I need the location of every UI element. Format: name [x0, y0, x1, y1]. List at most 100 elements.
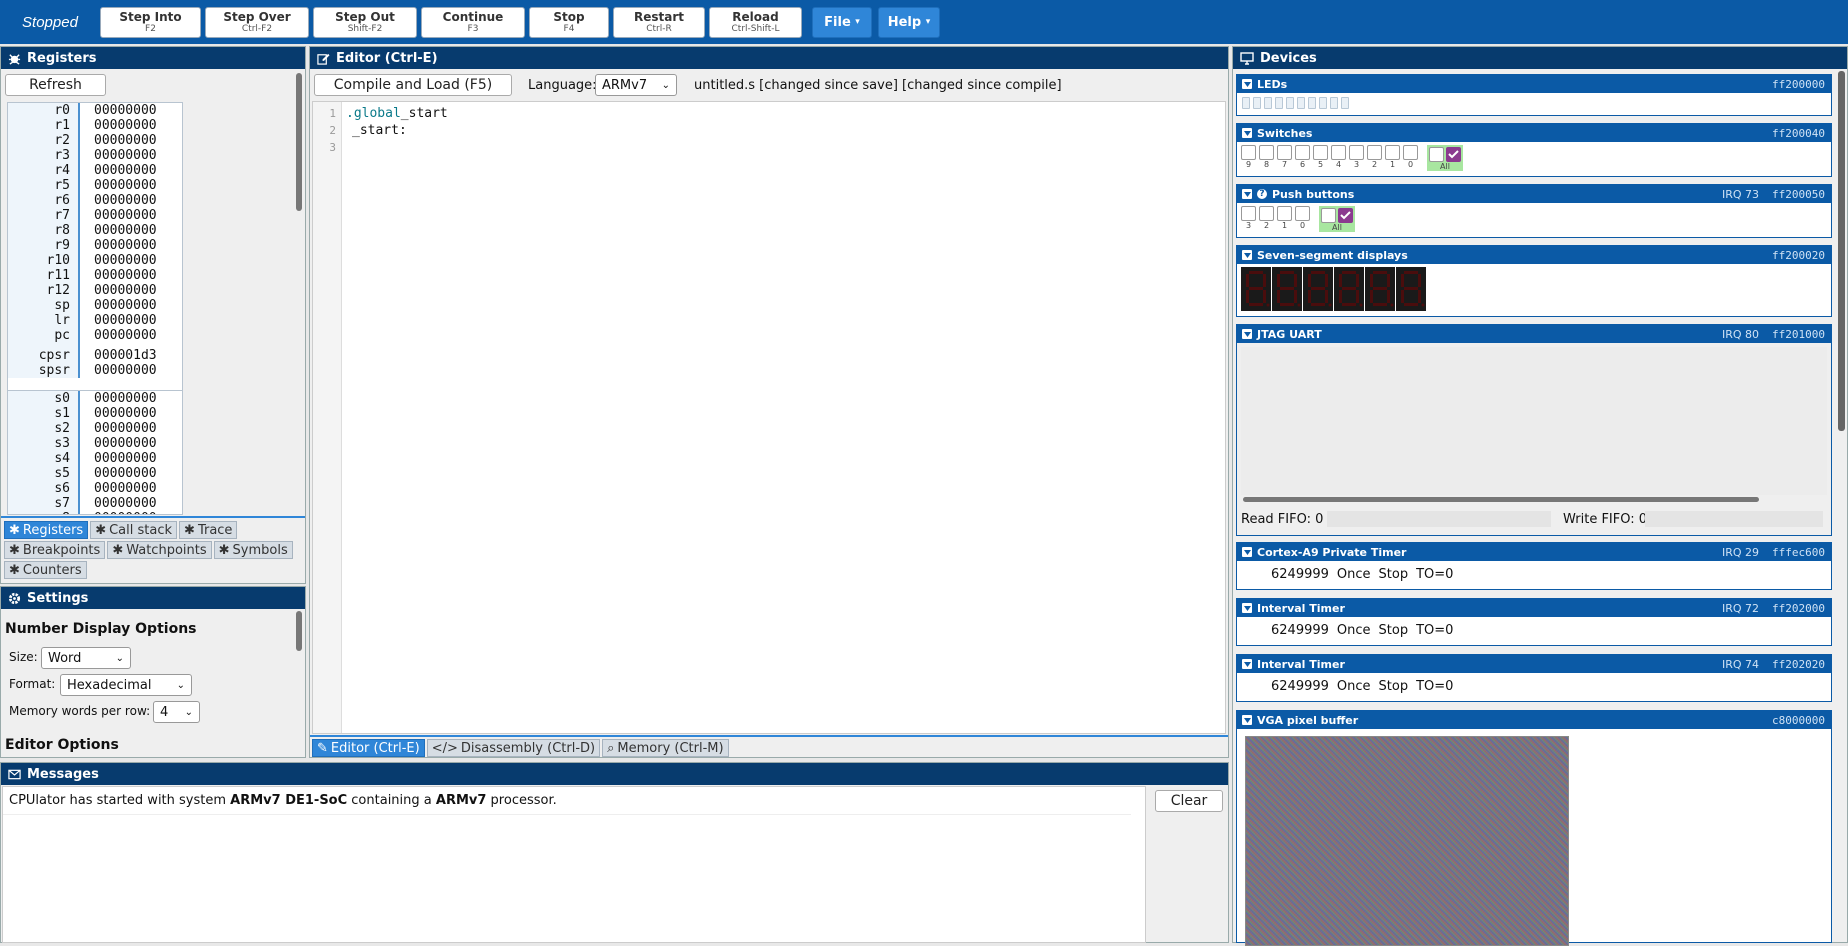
all-switches-toggle[interactable]: All [1427, 145, 1463, 171]
refresh-button[interactable]: Refresh [5, 74, 106, 96]
tab-symbols[interactable]: ✱ Symbols [213, 541, 293, 559]
checkbox[interactable] [1241, 145, 1256, 160]
timer-state[interactable]: Stop [1379, 679, 1409, 694]
checkbox[interactable] [1403, 145, 1418, 160]
switch-toggle[interactable]: 3 [1349, 145, 1364, 171]
register-value[interactable]: 00000000 [80, 193, 157, 208]
code-line[interactable]: 1 .global _start [313, 105, 1225, 122]
collapse-icon[interactable] [1242, 128, 1252, 138]
switch-toggle[interactable]: 0 [1403, 145, 1418, 171]
switch-toggle[interactable]: 1 [1385, 145, 1400, 171]
register-value[interactable]: 00000000 [80, 283, 157, 298]
checkbox[interactable] [1321, 208, 1336, 223]
size-select[interactable]: Word ⌄ [41, 647, 131, 669]
switch-toggle[interactable]: 2 [1259, 206, 1274, 232]
file-menu[interactable]: File ▾ [812, 6, 872, 38]
tab-editor[interactable]: ✎ Editor (Ctrl-E) [312, 739, 425, 757]
register-value[interactable]: 00000000 [80, 451, 157, 466]
checkbox[interactable] [1295, 145, 1310, 160]
checkbox[interactable] [1259, 206, 1274, 221]
register-value[interactable]: 00000000 [80, 481, 157, 496]
step-out-button[interactable]: Step Out Shift-F2 [313, 6, 417, 38]
continue-button[interactable]: Continue F3 [421, 6, 525, 38]
tab-call-stack[interactable]: ✱ Call stack [90, 521, 178, 539]
tab-counters[interactable]: ✱ Counters [4, 561, 87, 579]
register-value[interactable]: 00000000 [80, 208, 157, 223]
switch-toggle[interactable]: 1 [1277, 206, 1292, 232]
timer-mode[interactable]: Once [1337, 679, 1371, 694]
register-value[interactable]: 00000000 [80, 511, 157, 514]
clear-button[interactable]: Clear [1155, 790, 1223, 812]
timer-state[interactable]: Stop [1379, 623, 1409, 638]
register-value[interactable]: 00000000 [80, 253, 157, 268]
register-value[interactable]: 00000000 [80, 298, 157, 313]
switch-toggle[interactable]: 3 [1241, 206, 1256, 232]
tab-breakpoints[interactable]: ✱ Breakpoints [4, 541, 106, 559]
register-value[interactable]: 00000000 [80, 178, 157, 193]
devices-scrollbar[interactable] [1838, 71, 1845, 431]
tab-memory[interactable]: ⌕ Memory (Ctrl-M) [602, 739, 729, 757]
collapse-icon[interactable] [1242, 659, 1252, 669]
checkbox[interactable] [1385, 145, 1400, 160]
timer-mode[interactable]: Once [1337, 567, 1371, 582]
switch-toggle[interactable]: 6 [1295, 145, 1310, 171]
checkbox[interactable] [1259, 145, 1274, 160]
check-icon[interactable] [1338, 208, 1353, 223]
register-value[interactable]: 00000000 [80, 328, 157, 343]
step-into-button[interactable]: Step Into F2 [100, 6, 201, 38]
switch-toggle[interactable]: 9 [1241, 145, 1256, 171]
language-select[interactable]: ARMv7 ⌄ [595, 74, 677, 96]
register-value[interactable]: 00000000 [80, 148, 157, 163]
register-value[interactable]: 000001d3 [80, 348, 157, 363]
register-value[interactable]: 00000000 [80, 238, 157, 253]
timer-state[interactable]: Stop [1379, 567, 1409, 582]
switch-toggle[interactable]: 0 [1295, 206, 1310, 232]
code-line[interactable]: 3 [313, 139, 1225, 156]
register-value[interactable]: 00000000 [80, 103, 157, 118]
switch-toggle[interactable]: 8 [1259, 145, 1274, 171]
uart-terminal[interactable] [1241, 347, 1827, 495]
register-value[interactable]: 00000000 [80, 421, 157, 436]
collapse-icon[interactable] [1242, 547, 1252, 557]
register-value[interactable]: 00000000 [80, 133, 157, 148]
register-value[interactable]: 00000000 [80, 223, 157, 238]
collapse-icon[interactable] [1242, 603, 1252, 613]
check-icon[interactable] [1446, 147, 1461, 162]
checkbox[interactable] [1367, 145, 1382, 160]
register-value[interactable]: 00000000 [80, 466, 157, 481]
code-line[interactable]: 2 _start: [313, 122, 1225, 139]
timer-mode[interactable]: Once [1337, 623, 1371, 638]
register-value[interactable]: 00000000 [80, 391, 157, 406]
switch-toggle[interactable]: 4 [1331, 145, 1346, 171]
register-value[interactable]: 00000000 [80, 363, 157, 378]
collapse-icon[interactable] [1242, 189, 1252, 199]
switch-toggle[interactable]: 5 [1313, 145, 1328, 171]
collapse-icon[interactable] [1242, 250, 1252, 260]
register-value[interactable]: 00000000 [80, 436, 157, 451]
checkbox[interactable] [1331, 145, 1346, 160]
register-value[interactable]: 00000000 [80, 163, 157, 178]
step-over-button[interactable]: Step Over Ctrl-F2 [205, 6, 309, 38]
collapse-icon[interactable] [1242, 329, 1252, 339]
register-value[interactable]: 00000000 [80, 268, 157, 283]
switch-toggle[interactable]: 2 [1367, 145, 1382, 171]
help-menu[interactable]: Help ▾ [878, 6, 940, 38]
tab-watchpoints[interactable]: ✱ Watchpoints [107, 541, 212, 559]
checkbox[interactable] [1277, 145, 1292, 160]
checkbox[interactable] [1241, 206, 1256, 221]
compile-load-button[interactable]: Compile and Load (F5) [314, 74, 512, 96]
uart-scrollbar[interactable] [1243, 497, 1759, 502]
reload-button[interactable]: Reload Ctrl-Shift-L [709, 6, 802, 38]
collapse-icon[interactable] [1242, 79, 1252, 89]
registers-scrollbar[interactable] [296, 73, 302, 211]
restart-button[interactable]: Restart Ctrl-R [613, 6, 705, 38]
checkbox[interactable] [1295, 206, 1310, 221]
checkbox[interactable] [1349, 145, 1364, 160]
memory-words-select[interactable]: 4 ⌄ [153, 701, 200, 723]
collapse-icon[interactable] [1242, 715, 1252, 725]
settings-scrollbar[interactable] [296, 611, 302, 651]
tab-trace[interactable]: ✱ Trace [179, 521, 238, 539]
switch-toggle[interactable]: 7 [1277, 145, 1292, 171]
register-value[interactable]: 00000000 [80, 118, 157, 133]
tab-disassembly[interactable]: </> Disassembly (Ctrl-D) [426, 739, 601, 757]
